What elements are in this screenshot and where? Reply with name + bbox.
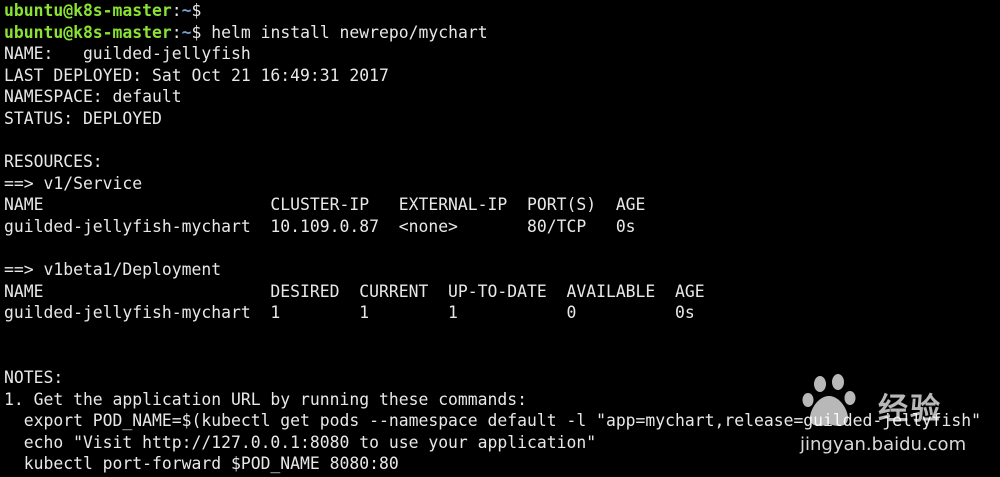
output-line: LAST DEPLOYED: Sat Oct 21 16:49:31 2017 — [4, 65, 389, 85]
output-line: NAME CLUSTER-IP EXTERNAL-IP PORT(S) AGE — [4, 195, 646, 215]
prompt-line-1: ubuntu@k8s-master:~$ — [4, 0, 1000, 22]
output-line: RESOURCES: — [4, 152, 103, 172]
prompt-separator: : — [171, 22, 182, 42]
prompt-path: ~ — [181, 1, 192, 20]
prompt-symbol: $ — [191, 22, 212, 42]
prompt-path: ~ — [181, 22, 192, 42]
watermark-brand: 经验 — [878, 392, 942, 427]
prompt-line-2: ubuntu@k8s-master:~$ helm install newrep… — [4, 22, 1000, 44]
baidu-jingyan-watermark: 经验 jingyan.baidu.com — [800, 372, 980, 472]
output-line: guilded-jellyfish-mychart 10.109.0.87 <n… — [4, 216, 636, 236]
command-text: helm install newrepo/mychart — [211, 22, 488, 42]
output-line: guilded-jellyfish-mychart 1 1 1 0 0s — [4, 303, 695, 323]
output-line: ==> v1beta1/Deployment — [4, 260, 222, 280]
watermark-url: jingyan.baidu.com — [800, 434, 967, 455]
baidu-paw-icon — [802, 374, 856, 426]
output-line: ==> v1/Service — [4, 173, 143, 193]
prompt-user-host: ubuntu@k8s-master — [4, 22, 172, 42]
output-line: NAME: guilded-jellyfish — [4, 44, 251, 64]
prompt-user-host: ubuntu@k8s-master — [4, 1, 172, 20]
output-line: NAME DESIRED CURRENT UP-TO-DATE AVAILABL… — [4, 281, 705, 301]
prompt-symbol: $ — [191, 1, 212, 20]
prompt-separator: : — [171, 1, 182, 20]
output-line: STATUS: DEPLOYED — [4, 108, 162, 128]
output-line: NAMESPACE: default — [4, 87, 182, 107]
